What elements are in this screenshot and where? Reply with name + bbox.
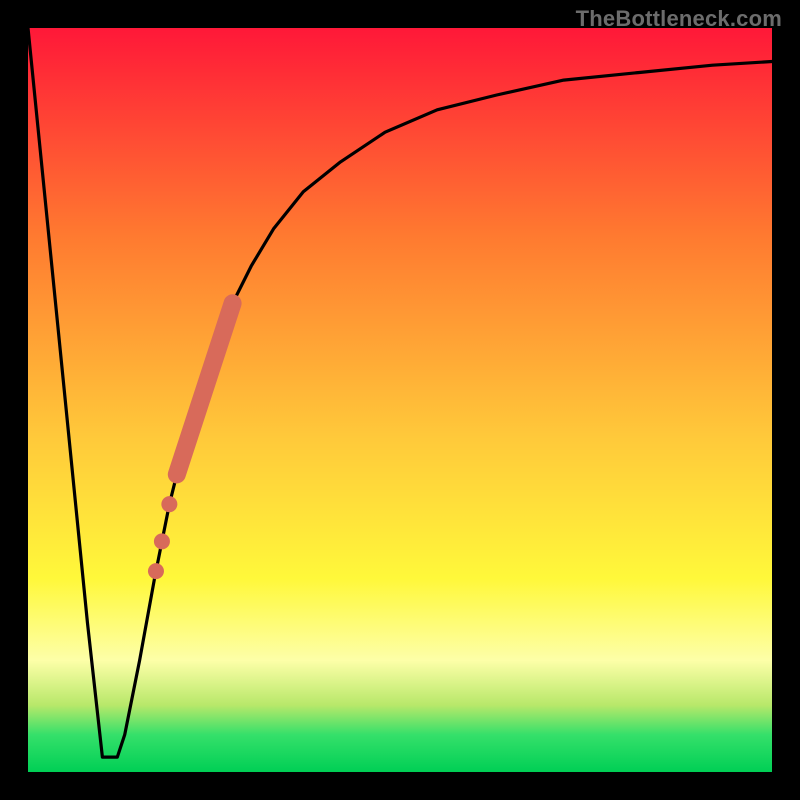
chart-frame [0,0,800,800]
attribution-text: TheBottleneck.com [576,6,782,32]
highlight-dots-group [148,496,177,579]
plot-area [28,28,772,772]
highlight-thick-segment [177,303,233,474]
highlight-dot [161,496,177,512]
bottleneck-curve [28,28,772,757]
curve-layer [28,28,772,772]
highlight-dot [148,563,164,579]
highlight-dot [154,533,170,549]
